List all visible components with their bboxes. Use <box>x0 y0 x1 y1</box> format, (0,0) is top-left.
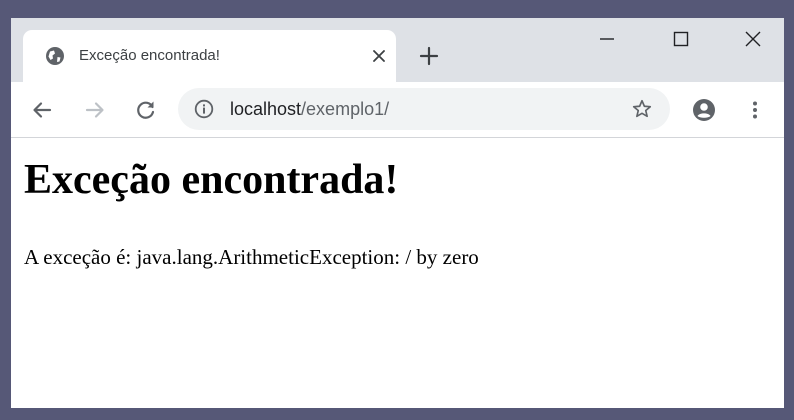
tab-active[interactable]: Exceção encontrada! <box>23 30 396 82</box>
info-icon[interactable] <box>194 99 214 119</box>
browser-window: Exceção encontrada! localhost/exemplo1/ … <box>11 18 784 408</box>
minimize-icon[interactable] <box>594 26 620 52</box>
url-host: localhost <box>230 99 302 119</box>
tab-close-icon[interactable] <box>371 48 387 64</box>
address-bar[interactable]: localhost/exemplo1/ <box>178 88 670 130</box>
maximize-icon[interactable] <box>668 26 694 52</box>
star-icon[interactable] <box>631 98 653 120</box>
more-vert-icon[interactable] <box>742 97 768 123</box>
tab-strip: Exceção encontrada! <box>11 18 784 82</box>
url-path: /exemplo1/ <box>301 99 390 119</box>
back-arrow-icon[interactable] <box>29 97 55 123</box>
globe-icon <box>45 46 65 66</box>
close-icon[interactable] <box>740 26 766 52</box>
exception-message: A exceção é: java.lang.ArithmeticExcepti… <box>24 245 479 269</box>
page-heading: Exceção encontrada! <box>24 157 399 203</box>
url-text[interactable]: localhost/exemplo1/ <box>230 98 389 120</box>
forward-arrow-icon[interactable] <box>82 97 108 123</box>
account-icon[interactable] <box>691 97 717 123</box>
tab-title: Exceção encontrada! <box>79 47 220 64</box>
page-content: Exceção encontrada! A exceção é: java.la… <box>11 138 784 408</box>
browser-toolbar: localhost/exemplo1/ <box>11 82 784 138</box>
reload-icon[interactable] <box>133 97 159 123</box>
new-tab-plus-icon[interactable] <box>417 44 441 68</box>
